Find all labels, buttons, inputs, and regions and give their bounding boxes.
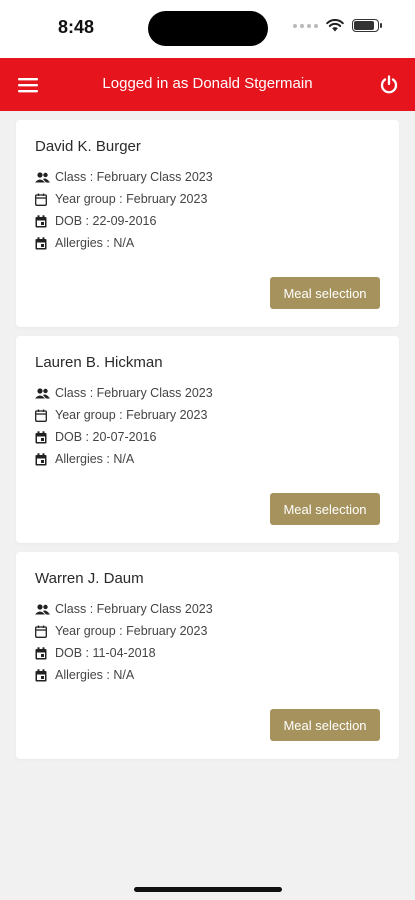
dob-row: DOB : 20-07-2016 — [35, 426, 399, 448]
status-indicators — [293, 19, 382, 32]
meal-selection-button[interactable]: Meal selection — [270, 709, 380, 741]
dynamic-island — [148, 11, 268, 46]
student-name: Warren J. Daum — [35, 570, 144, 587]
allergies-text: Allergies : N/A — [55, 668, 135, 682]
signal-icon — [293, 23, 318, 28]
allergies-text: Allergies : N/A — [55, 452, 135, 466]
class-row: Class : February Class 2023 — [35, 598, 399, 620]
calendar-date-icon — [35, 214, 51, 228]
class-row: Class : February Class 2023 — [35, 382, 399, 404]
menu-button[interactable] — [14, 72, 42, 98]
calendar-date-icon — [35, 646, 51, 660]
calendar-date-icon — [35, 430, 51, 444]
app-header: Logged in as Donald Stgermain — [0, 58, 415, 111]
year-group-text: Year group : February 2023 — [55, 192, 208, 206]
student-name: Lauren B. Hickman — [35, 354, 163, 371]
dob-text: DOB : 20-07-2016 — [55, 430, 157, 444]
year-group-text: Year group : February 2023 — [55, 624, 208, 638]
dob-row: DOB : 11-04-2018 — [35, 642, 399, 664]
allergies-row: Allergies : N/A — [35, 664, 399, 686]
allergies-row: Allergies : N/A — [35, 232, 399, 254]
status-bar: 8:48 — [0, 0, 415, 58]
dob-text: DOB : 22-09-2016 — [55, 214, 157, 228]
meal-selection-button[interactable]: Meal selection — [270, 493, 380, 525]
logout-button[interactable] — [375, 71, 403, 99]
calendar-date-icon — [35, 668, 51, 682]
header-title: Logged in as Donald Stgermain — [102, 75, 313, 92]
student-card: Lauren B. Hickman Class : February Class… — [16, 336, 399, 543]
users-icon — [35, 170, 51, 184]
dob-text: DOB : 11-04-2018 — [55, 646, 156, 660]
calendar-icon — [35, 624, 51, 638]
student-name: David K. Burger — [35, 138, 141, 155]
class-row: Class : February Class 2023 — [35, 166, 399, 188]
dob-row: DOB : 22-09-2016 — [35, 210, 399, 232]
year-group-row: Year group : February 2023 — [35, 620, 399, 642]
status-time: 8:48 — [58, 17, 95, 37]
student-card: Warren J. Daum Class : February Class 20… — [16, 552, 399, 759]
battery-icon — [352, 19, 382, 32]
calendar-icon — [35, 408, 51, 422]
class-text: Class : February Class 2023 — [55, 170, 213, 184]
home-indicator[interactable] — [134, 887, 282, 892]
calendar-date-icon — [35, 236, 51, 250]
student-list: David K. Burger Class : February Class 2… — [16, 120, 399, 768]
allergies-row: Allergies : N/A — [35, 448, 399, 470]
calendar-date-icon — [35, 452, 51, 466]
student-card: David K. Burger Class : February Class 2… — [16, 120, 399, 327]
allergies-text: Allergies : N/A — [55, 236, 135, 250]
class-text: Class : February Class 2023 — [55, 386, 213, 400]
users-icon — [35, 602, 51, 616]
meal-selection-button[interactable]: Meal selection — [270, 277, 380, 309]
hamburger-menu-icon — [18, 78, 38, 93]
year-group-row: Year group : February 2023 — [35, 404, 399, 426]
year-group-text: Year group : February 2023 — [55, 408, 208, 422]
calendar-icon — [35, 192, 51, 206]
year-group-row: Year group : February 2023 — [35, 188, 399, 210]
users-icon — [35, 386, 51, 400]
wifi-icon — [326, 19, 344, 32]
power-icon — [380, 75, 398, 94]
class-text: Class : February Class 2023 — [55, 602, 213, 616]
